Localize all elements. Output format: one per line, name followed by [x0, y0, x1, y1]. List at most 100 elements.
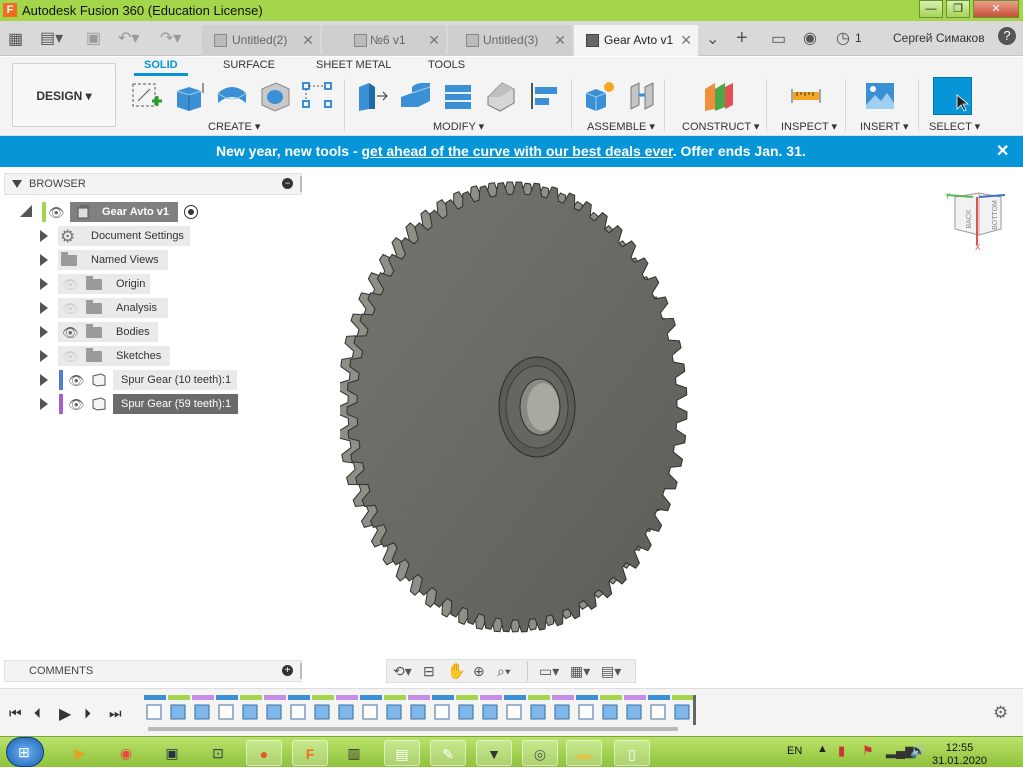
- pin-panel-icon[interactable]: −: [282, 178, 293, 189]
- browser-root-row[interactable]: 👁 Gear Avto v1: [20, 202, 210, 222]
- comments-panel-header[interactable]: COMMENTS +: [4, 660, 302, 682]
- press-pull-icon[interactable]: [355, 79, 389, 113]
- hole-icon[interactable]: [258, 79, 292, 113]
- step-forward-icon[interactable]: ⏵: [84, 705, 91, 722]
- close-tab-icon[interactable]: ✕: [680, 32, 692, 49]
- taskbar-disk-icon[interactable]: ◎: [522, 740, 558, 766]
- extrude-icon[interactable]: [173, 79, 207, 113]
- visibility-eye-icon[interactable]: 👁: [48, 205, 65, 221]
- start-button[interactable]: ⊞: [6, 737, 44, 767]
- job-status-icon[interactable]: ◷: [836, 28, 850, 48]
- visibility-eye-icon[interactable]: 👁: [68, 397, 85, 413]
- gear-model[interactable]: [340, 175, 700, 640]
- maximize-button[interactable]: ❐: [946, 0, 970, 18]
- timeline-feature-icon[interactable]: [266, 704, 282, 720]
- timeline-feature-icon[interactable]: [242, 704, 258, 720]
- save-icon[interactable]: ▣: [86, 28, 101, 48]
- go-to-start-icon[interactable]: ⏮: [9, 705, 22, 722]
- new-tab-plus-icon[interactable]: +: [736, 27, 748, 50]
- browser-item-origin[interactable]: 👁 Origin: [40, 274, 200, 296]
- tab-solid[interactable]: SOLID: [144, 59, 178, 71]
- browser-item-sketches[interactable]: 👁 Sketches: [40, 346, 200, 368]
- timeline-feature-icon[interactable]: [458, 704, 474, 720]
- chamfer-icon[interactable]: [484, 79, 518, 113]
- timeline-feature-icon[interactable]: [314, 704, 330, 720]
- tab-surface[interactable]: SURFACE: [223, 59, 275, 71]
- select-menu[interactable]: SELECT ▾: [929, 120, 980, 133]
- assemble-menu[interactable]: ASSEMBLE ▾: [587, 120, 655, 133]
- expand-triangle-icon[interactable]: [40, 374, 54, 392]
- taskbar-fusion-icon[interactable]: F: [292, 740, 328, 766]
- hidden-eye-icon[interactable]: 👁: [62, 277, 79, 293]
- root-node[interactable]: Gear Avto v1: [70, 202, 178, 222]
- viewcube[interactable]: BACK BOTTOM Y X: [943, 189, 1009, 251]
- modify-menu[interactable]: MODIFY ▾: [433, 120, 484, 133]
- timeline-feature-icon[interactable]: [626, 704, 642, 720]
- expand-triangle-icon[interactable]: [40, 254, 54, 272]
- browser-item-analysis[interactable]: 👁 Analysis: [40, 298, 200, 320]
- close-tab-icon[interactable]: ✕: [428, 32, 440, 49]
- taskbar-explorer-icon[interactable]: ⊡: [200, 740, 236, 766]
- offline-icon[interactable]: ◉: [803, 28, 817, 48]
- help-icon[interactable]: ?: [998, 27, 1016, 45]
- timeline-feature-icon[interactable]: [434, 704, 450, 720]
- hidden-eye-icon[interactable]: 👁: [62, 301, 79, 317]
- timeline-feature-icon[interactable]: [170, 704, 186, 720]
- notifications-icon[interactable]: ▭: [771, 29, 786, 49]
- tab-overflow-chevron-icon[interactable]: ⌄: [706, 29, 719, 49]
- viewports-icon[interactable]: ▤▾: [601, 663, 621, 680]
- new-component-icon[interactable]: [582, 79, 616, 113]
- insert-menu[interactable]: INSERT ▾: [860, 120, 909, 133]
- tab-sheet-metal[interactable]: SHEET METAL: [316, 59, 391, 71]
- tray-volume-icon[interactable]: 🔊: [910, 743, 926, 759]
- expand-triangle-icon[interactable]: [40, 398, 54, 416]
- joint-icon[interactable]: [625, 79, 659, 113]
- timeline-feature-icon[interactable]: [194, 704, 210, 720]
- timeline-feature-icon[interactable]: [554, 704, 570, 720]
- app-grid-icon[interactable]: ▦: [8, 29, 23, 49]
- timeline-scrollbar[interactable]: [148, 727, 678, 731]
- tab-tools[interactable]: TOOLS: [428, 59, 465, 71]
- step-back-icon[interactable]: ⏴: [34, 705, 41, 722]
- display-settings-icon[interactable]: ▭▾: [539, 663, 559, 680]
- timeline-feature-icon[interactable]: [578, 704, 594, 720]
- pan-hand-icon[interactable]: ✋: [447, 662, 466, 680]
- tray-flag-icon[interactable]: ⚑: [862, 743, 874, 759]
- taskbar-notes-icon[interactable]: ✎: [430, 740, 466, 766]
- fit-zoom-icon[interactable]: ⌕▾: [497, 663, 511, 680]
- timeline-feature-icon[interactable]: [674, 704, 690, 720]
- revolve-icon[interactable]: [215, 79, 249, 113]
- taskbar-firefox-icon[interactable]: ●: [246, 740, 282, 766]
- orbit-icon[interactable]: ⟲▾: [393, 663, 412, 680]
- add-comment-icon[interactable]: +: [282, 665, 293, 676]
- timeline-feature-icon[interactable]: [218, 704, 234, 720]
- taskbar-media-player-icon[interactable]: ▶: [62, 740, 98, 766]
- collapse-panel-icon[interactable]: [12, 180, 22, 190]
- visibility-eye-icon[interactable]: 👁: [68, 373, 85, 389]
- expand-triangle-icon[interactable]: [40, 326, 54, 344]
- browser-panel-header[interactable]: BROWSER −: [4, 173, 302, 195]
- timeline-feature-icon[interactable]: [338, 704, 354, 720]
- taskbar-tool-icon[interactable]: ▼: [476, 740, 512, 766]
- zoom-icon[interactable]: ⊕: [473, 663, 485, 680]
- taskbar-app-icon[interactable]: ▥: [336, 740, 372, 766]
- expand-triangle-icon[interactable]: [40, 230, 54, 248]
- timeline-feature-icon[interactable]: [650, 704, 666, 720]
- align-icon[interactable]: [527, 79, 561, 113]
- hidden-eye-icon[interactable]: 👁: [62, 349, 79, 365]
- go-to-end-icon[interactable]: ⏭: [109, 705, 122, 722]
- taskbar-calculator-icon[interactable]: ▤: [384, 740, 420, 766]
- browser-item-bodies[interactable]: 👁 Bodies: [40, 322, 200, 344]
- taskbar-save-icon[interactable]: ▣: [154, 740, 190, 766]
- panel-resize-grip[interactable]: [300, 663, 302, 679]
- tray-expand-icon[interactable]: ▲: [817, 743, 828, 755]
- close-tab-icon[interactable]: ✕: [554, 32, 566, 49]
- timeline-feature-icon[interactable]: [146, 704, 162, 720]
- timeline-feature-icon[interactable]: [386, 704, 402, 720]
- look-at-icon[interactable]: ⊟: [423, 663, 435, 680]
- minimize-button[interactable]: —: [919, 0, 943, 18]
- visibility-eye-icon[interactable]: 👁: [62, 325, 79, 341]
- workspace-switcher-button[interactable]: DESIGN ▾: [12, 63, 116, 127]
- taskbar-folder-icon[interactable]: ▬: [566, 740, 602, 766]
- timeline-feature-icon[interactable]: [410, 704, 426, 720]
